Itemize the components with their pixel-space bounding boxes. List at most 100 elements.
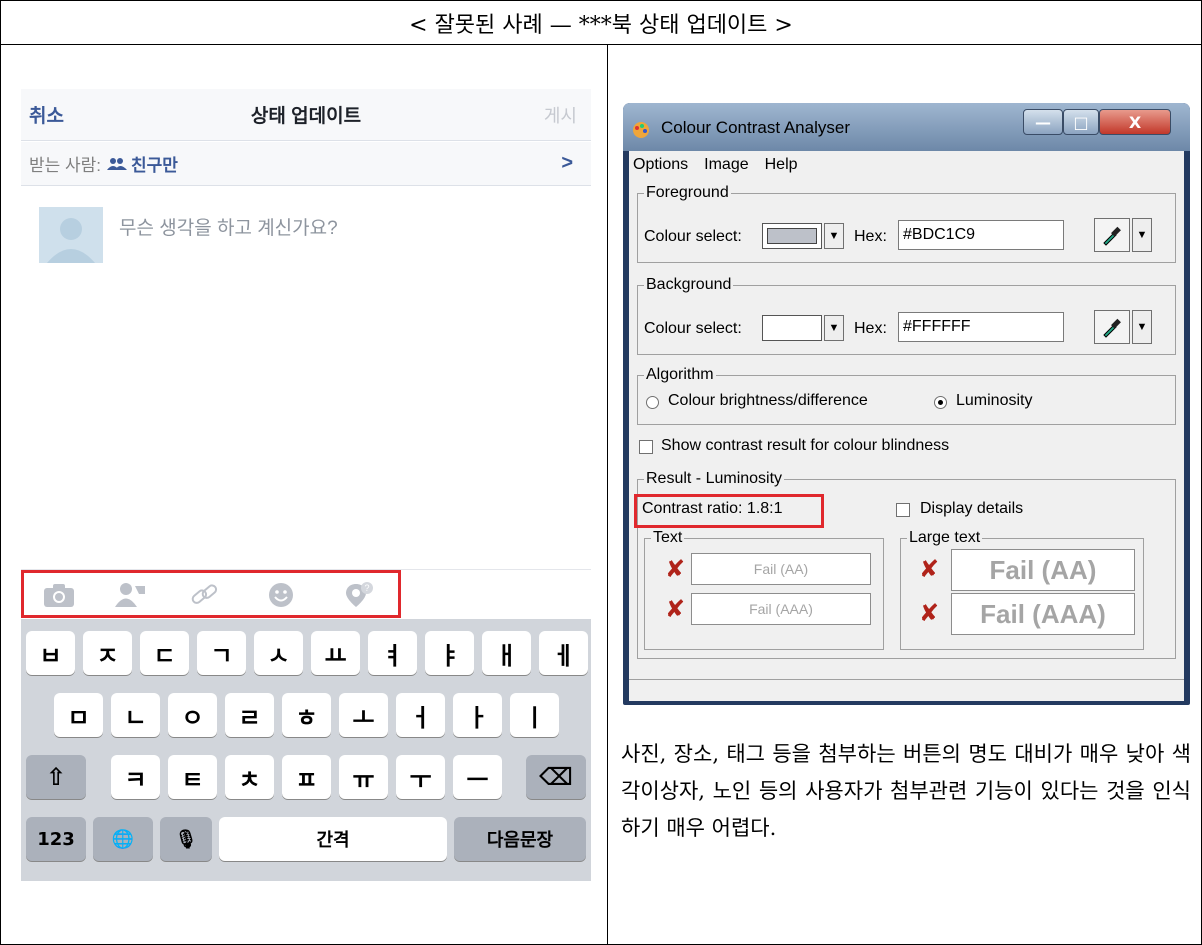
compose-area[interactable]: 무슨 생각을 하고 계신가요? (21, 187, 591, 569)
close-button[interactable]: X (1099, 109, 1171, 135)
foreground-eyedropper-button[interactable] (1094, 218, 1130, 252)
chevron-down-icon: ▼ (828, 322, 840, 334)
large-aa-result: Fail (AA) (951, 549, 1135, 591)
key-ㅣ[interactable]: ㅣ (510, 693, 559, 737)
text-aa-label: Fail (AA) (753, 561, 809, 577)
space-key[interactable]: 간격 (219, 817, 447, 861)
friends-icon (107, 157, 128, 170)
key-ㄴ[interactable]: ㄴ (111, 693, 160, 737)
foreground-swatch[interactable] (762, 223, 822, 249)
background-colour-select-label: Colour select: (644, 320, 742, 337)
korean-keyboard: ㅂㅈㄷㄱㅅㅛㅕㅑㅐㅔㅁㄴㅇㄹㅎㅗㅓㅏㅣ ⇧ ㅋㅌㅊㅍㅠㅜㅡ ⌫ 123 🌐 🎙 간격 다음문장 (21, 619, 591, 881)
background-hex-input[interactable] (898, 312, 1064, 342)
key-ㄷ[interactable]: ㄷ (140, 631, 189, 675)
contrast-ratio: Contrast ratio: 1.8:1 (642, 500, 783, 517)
background-group-label: Background (644, 276, 734, 294)
text-aaa-label: Fail (AAA) (749, 601, 813, 617)
link-icon[interactable] (189, 582, 221, 608)
tag-people-icon[interactable] (115, 582, 147, 608)
audience-label: 받는 사람: (29, 156, 102, 175)
key-ㅕ[interactable]: ㅕ (368, 631, 417, 675)
maximize-button[interactable]: □ (1063, 109, 1099, 135)
key-ㅑ[interactable]: ㅑ (425, 631, 474, 675)
eyedropper-icon (1103, 226, 1121, 246)
backspace-key[interactable]: ⌫ (526, 755, 586, 799)
app-logo-icon (633, 122, 649, 138)
minimize-button[interactable]: — (1023, 109, 1063, 135)
numbers-key[interactable]: 123 (26, 817, 86, 861)
display-details-checkbox[interactable] (896, 503, 910, 517)
key-ㅗ[interactable]: ㅗ (339, 693, 388, 737)
key-ㅓ[interactable]: ㅓ (396, 693, 445, 737)
key-ㄹ[interactable]: ㄹ (225, 693, 274, 737)
fail-x-icon: ✘ (919, 599, 940, 627)
menu-options[interactable]: Options (633, 156, 688, 174)
text-aaa-result: Fail (AAA) (691, 593, 871, 625)
menu-image[interactable]: Image (704, 156, 748, 174)
key-ㅐ[interactable]: ㅐ (482, 631, 531, 675)
luminosity-label: Luminosity (956, 392, 1033, 409)
key-ㅊ[interactable]: ㅊ (225, 755, 274, 799)
foreground-dropdown[interactable]: ▼ (824, 223, 844, 249)
foreground-group-label: Foreground (644, 184, 731, 202)
text-aa-result: Fail (AA) (691, 553, 871, 585)
chevron-down-icon: ▼ (1136, 321, 1148, 333)
large-aa-label: Fail (AA) (989, 554, 1097, 585)
description-text: 사진, 장소, 태그 등을 첨부하는 버튼의 명도 대비가 매우 낮아 색각이상… (621, 742, 1191, 840)
status-update-navbar: 취소 상태 업데이트 게시 (21, 89, 591, 141)
menu-bar: Options Image Help (629, 151, 1184, 179)
colour-brightness-label: Colour brightness/difference (668, 392, 868, 409)
foreground-hex-label: Hex: (854, 228, 887, 245)
key-ㅌ[interactable]: ㅌ (168, 755, 217, 799)
chevron-down-icon: ▼ (1136, 229, 1148, 241)
colour-brightness-radio[interactable] (646, 396, 659, 409)
audience-value: 친구만 (131, 156, 178, 175)
background-dropdown[interactable]: ▼ (824, 315, 844, 341)
large-text-group-label: Large text (907, 529, 983, 547)
status-bar (629, 679, 1184, 701)
key-ㅈ[interactable]: ㅈ (83, 631, 132, 675)
key-ㅍ[interactable]: ㅍ (282, 755, 331, 799)
key-ㅡ[interactable]: ㅡ (453, 755, 502, 799)
return-key[interactable]: 다음문장 (454, 817, 586, 861)
camera-icon[interactable] (43, 582, 75, 608)
background-swatch-color (767, 320, 817, 336)
maximize-icon: □ (1073, 112, 1089, 132)
key-ㅎ[interactable]: ㅎ (282, 693, 331, 737)
key-ㅇ[interactable]: ㅇ (168, 693, 217, 737)
background-hex-label: Hex: (854, 320, 887, 337)
foreground-picker-dropdown[interactable]: ▼ (1132, 218, 1152, 252)
key-ㄱ[interactable]: ㄱ (197, 631, 246, 675)
window-body: Options Image Help Foreground Colour sel… (629, 151, 1184, 701)
background-eyedropper-button[interactable] (1094, 310, 1130, 344)
chevron-down-icon: ▼ (828, 230, 840, 242)
shift-key[interactable]: ⇧ (26, 755, 86, 799)
key-ㅜ[interactable]: ㅜ (396, 755, 445, 799)
foreground-swatch-color (767, 228, 817, 244)
emoji-icon[interactable] (265, 582, 297, 608)
menu-help[interactable]: Help (765, 156, 798, 174)
key-ㅅ[interactable]: ㅅ (254, 631, 303, 675)
key-ㅁ[interactable]: ㅁ (54, 693, 103, 737)
cancel-button[interactable]: 취소 (29, 101, 64, 128)
audience-selector[interactable]: 받는 사람: 친구만 > (21, 142, 591, 186)
close-icon: X (1128, 112, 1142, 132)
key-ㅂ[interactable]: ㅂ (26, 631, 75, 675)
key-ㅔ[interactable]: ㅔ (539, 631, 588, 675)
key-ㅏ[interactable]: ㅏ (453, 693, 502, 737)
key-ㅠ[interactable]: ㅠ (339, 755, 388, 799)
result-group-label: Result - Luminosity (644, 470, 785, 488)
microphone-key[interactable]: 🎙 (160, 817, 212, 861)
result-group: Result - Luminosity Contrast ratio: 1.8:… (634, 470, 1176, 659)
post-button[interactable]: 게시 (544, 102, 577, 128)
background-swatch[interactable] (762, 315, 822, 341)
globe-key[interactable]: 🌐 (93, 817, 153, 861)
key-ㅋ[interactable]: ㅋ (111, 755, 160, 799)
luminosity-radio[interactable] (934, 396, 947, 409)
colour-blindness-checkbox[interactable] (639, 440, 653, 454)
key-ㅛ[interactable]: ㅛ (311, 631, 360, 675)
background-picker-dropdown[interactable]: ▼ (1132, 310, 1152, 344)
foreground-hex-input[interactable] (898, 220, 1064, 250)
foreground-colour-select-label: Colour select: (644, 228, 742, 245)
location-icon[interactable]: ? (343, 582, 375, 608)
